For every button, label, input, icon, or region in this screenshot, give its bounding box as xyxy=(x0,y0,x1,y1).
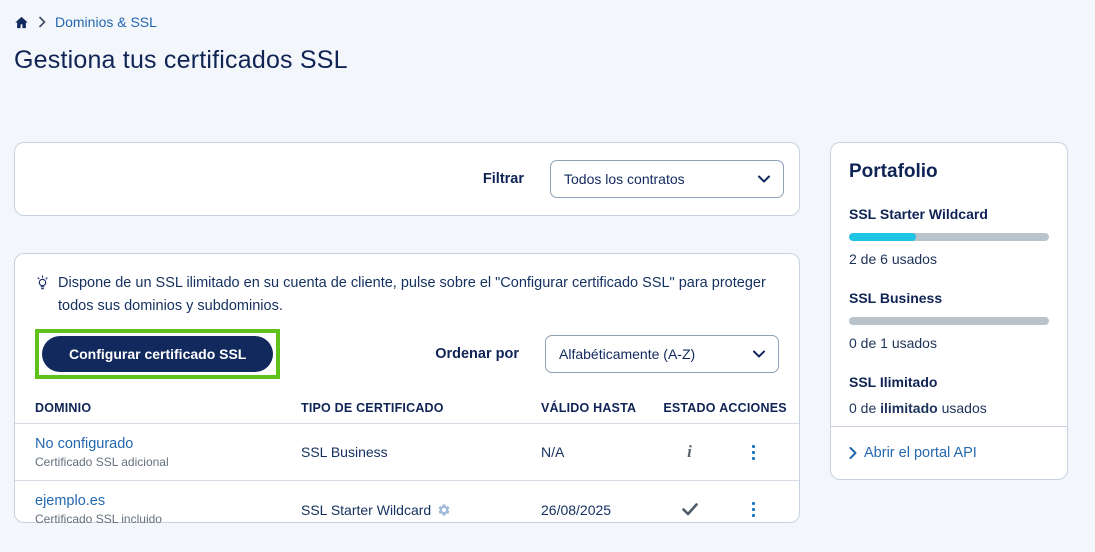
sort-select-value: Alfabéticamente (A-Z) xyxy=(559,346,696,363)
contract-filter-value: Todos los contratos xyxy=(564,171,685,187)
column-header-tipo: TIPO DE CERTIFICADO xyxy=(301,401,444,416)
portfolio-usage: 0 de 1 usados xyxy=(849,335,937,351)
portfolio-item-name: SSL Ilimitado xyxy=(849,374,938,390)
certificate-type: SSL Business xyxy=(301,444,388,461)
column-header-acciones: ACCIONES xyxy=(719,401,787,416)
valid-until: N/A xyxy=(541,444,565,461)
filter-label: Filtrar xyxy=(482,171,524,187)
action-highlight-box: Configurar certificado SSL xyxy=(35,329,281,380)
table-row: ejemplo.es Certificado SSL incluido SSL … xyxy=(15,481,799,538)
configure-ssl-button[interactable]: Configurar certificado SSL xyxy=(42,336,274,373)
portfolio-item-name: SSL Business xyxy=(849,290,943,306)
notice-text: Dispone de un SSL ilimitado en su cuenta… xyxy=(58,275,766,315)
lightbulb-icon xyxy=(35,272,50,318)
certificates-table: DOMINIO TIPO DE CERTIFICADO VÁLIDO HASTA… xyxy=(15,393,799,538)
column-header-dominio: DOMINIO xyxy=(35,401,92,416)
chevron-right-icon xyxy=(38,16,46,28)
domain-subtitle: Certificado SSL adicional xyxy=(35,454,169,469)
open-api-portal-link[interactable]: Abrir el portal API xyxy=(849,445,977,461)
portfolio-title: Portafolio xyxy=(849,161,938,182)
progress-bar xyxy=(849,233,1049,241)
portfolio-item-name: SSL Starter Wildcard xyxy=(849,206,988,222)
progress-bar xyxy=(849,317,1049,325)
page-title: Gestiona tus certificados SSL xyxy=(14,46,348,74)
domain-link[interactable]: ejemplo.es xyxy=(35,493,301,509)
portfolio-item: SSL Business 0 de 1 usados xyxy=(849,290,1049,351)
table-row: No configurado Certificado SSL adicional… xyxy=(15,424,799,482)
gear-icon[interactable] xyxy=(437,503,451,517)
progress-fill xyxy=(849,233,916,241)
breadcrumb-item-dominios-ssl[interactable]: Dominios & SSL xyxy=(55,14,157,30)
portfolio-item: SSL Starter Wildcard 2 de 6 usados xyxy=(849,206,1049,267)
kebab-menu-icon[interactable] xyxy=(748,498,759,521)
breadcrumb: Dominios & SSL xyxy=(14,14,157,30)
filter-card: Filtrar Todos los contratos xyxy=(14,142,800,216)
ssl-certificates-card: Dispone de un SSL ilimitado en su cuenta… xyxy=(14,253,800,526)
chevron-down-icon xyxy=(753,350,765,358)
certificate-type: SSL Starter Wildcard xyxy=(301,501,432,518)
home-icon[interactable] xyxy=(14,15,29,30)
column-header-valido: VÁLIDO HASTA xyxy=(541,401,637,416)
sort-label: Ordenar por xyxy=(435,346,519,363)
chevron-right-icon xyxy=(849,447,857,459)
valid-until: 26/08/2025 xyxy=(541,501,612,518)
domain-link[interactable]: No configurado xyxy=(35,436,301,452)
kebab-menu-icon[interactable] xyxy=(748,441,759,464)
portfolio-card: Portafolio SSL Starter Wildcard 2 de 6 u… xyxy=(830,142,1068,480)
portfolio-usage: 0 de ilimitado usados xyxy=(849,400,987,416)
contract-filter-select[interactable]: Todos los contratos xyxy=(550,160,784,198)
check-icon xyxy=(681,503,698,516)
info-icon[interactable]: i xyxy=(687,442,692,462)
chevron-down-icon xyxy=(758,175,770,183)
domain-subtitle: Certificado SSL incluido xyxy=(35,512,162,527)
sort-select[interactable]: Alfabéticamente (A-Z) xyxy=(545,335,779,374)
notice: Dispone de un SSL ilimitado en su cuenta… xyxy=(35,272,779,318)
column-header-estado: ESTADO xyxy=(663,401,716,416)
table-header-row: DOMINIO TIPO DE CERTIFICADO VÁLIDO HASTA… xyxy=(15,393,799,425)
portfolio-item: SSL Ilimitado 0 de ilimitado usados xyxy=(849,374,1049,416)
portfolio-footer: Abrir el portal API xyxy=(831,426,1067,479)
portfolio-usage: 2 de 6 usados xyxy=(849,251,937,267)
